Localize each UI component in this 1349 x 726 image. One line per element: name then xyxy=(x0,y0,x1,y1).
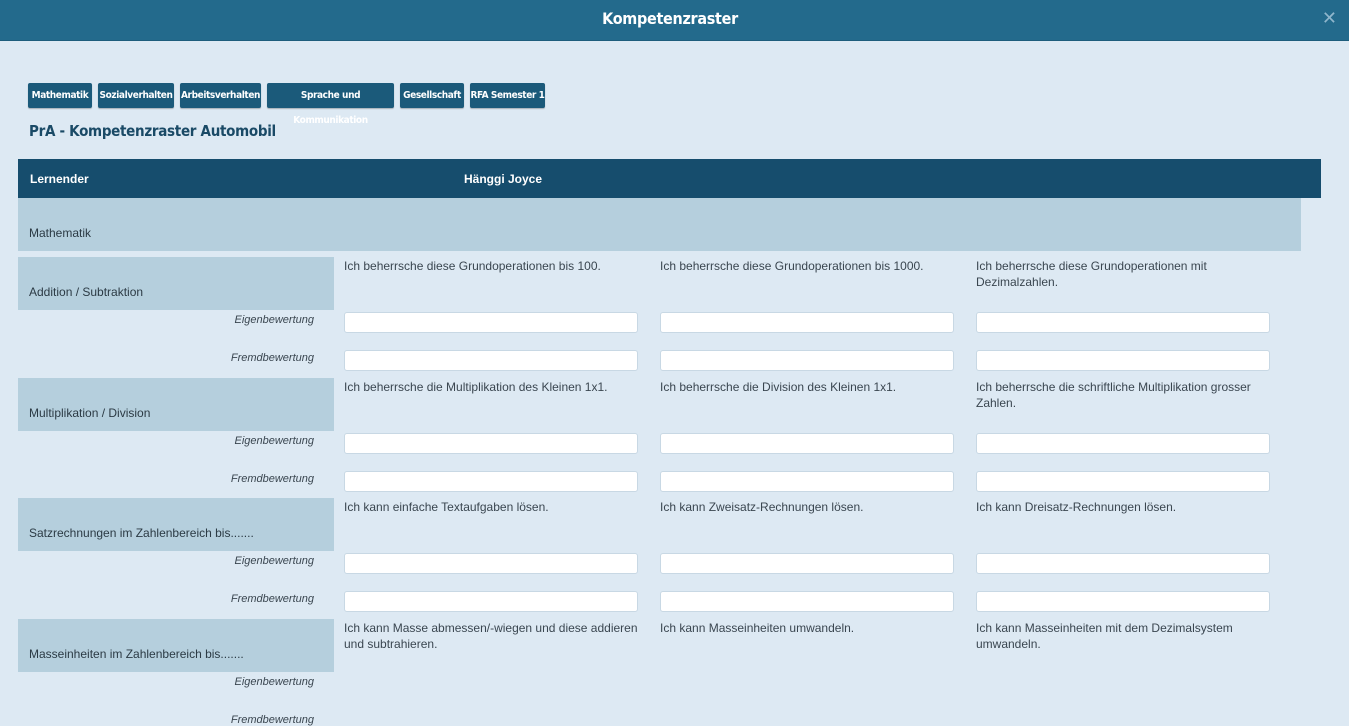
external-assessment-label: Fremdbewertung xyxy=(230,472,314,485)
table-header: Lernender Hänggi Joyce xyxy=(18,159,1321,198)
criterion-text: Ich kann Dreisatz-Rechnungen lösen. xyxy=(976,500,1177,514)
self-assessment-input[interactable] xyxy=(344,432,638,454)
self-assessment-input[interactable] xyxy=(660,553,954,574)
category-cell: Satzrechnungen im Zahlenbereich bis.....… xyxy=(18,498,334,551)
self-assessment-input[interactable] xyxy=(976,432,1270,454)
external-assessment-input[interactable] xyxy=(660,591,954,612)
section-header: Mathematik xyxy=(18,198,1301,251)
criterion-text: Ich kann einfache Textaufgaben lösen. xyxy=(344,500,549,514)
criterion-text: Ich beherrsche diese Grundoperationen bi… xyxy=(660,259,924,273)
tab-sprache-und-kommunikation[interactable]: Sprache und Kommunikation xyxy=(267,83,394,126)
self-assessment-label: Eigenbewertung xyxy=(234,555,314,567)
tab-mathematik[interactable]: Mathematik xyxy=(28,83,92,108)
learner-name: Hänggi Joyce xyxy=(464,172,543,186)
self-assessment-input[interactable] xyxy=(660,432,954,454)
category-cell: Multiplikation / Division xyxy=(18,377,334,431)
criterion-text: Ich beherrsche die schriftliche Multipli… xyxy=(976,379,1251,410)
self-assessment-label: Eigenbewertung xyxy=(234,434,314,447)
category-label: Satzrechnungen im Zahlenbereich bis.....… xyxy=(29,526,254,540)
category-label: Multiplikation / Division xyxy=(29,405,151,420)
page-title: PrA - Kompetenzraster Automobil xyxy=(29,122,276,140)
learner-label: Lernender xyxy=(30,172,89,186)
criterion-text: Ich kann Masseinheiten umwandeln. xyxy=(660,620,855,635)
dialog-title: Kompetenzraster xyxy=(602,9,738,28)
self-assessment-input[interactable] xyxy=(344,553,638,574)
external-assessment-input[interactable] xyxy=(344,350,638,371)
criterion-text: Ich beherrsche die Division des Kleinen … xyxy=(660,379,897,394)
dialog-titlebar: Kompetenzraster ✕ xyxy=(0,0,1349,41)
external-assessment-input[interactable] xyxy=(660,470,954,492)
external-assessment-input[interactable] xyxy=(344,591,638,612)
criterion-text: Ich kann Masse abmessen/-wiegen und dies… xyxy=(344,620,638,651)
criterion-text: Ich beherrsche diese Grundoperationen mi… xyxy=(976,259,1207,289)
tab-rfa-semester-1[interactable]: RFA Semester 1 xyxy=(470,83,545,108)
close-icon[interactable]: ✕ xyxy=(1322,8,1337,28)
external-assessment-label: Fremdbewertung xyxy=(230,352,314,364)
tab-sozialverhalten[interactable]: Sozialverhalten xyxy=(98,83,174,108)
self-assessment-input[interactable] xyxy=(344,312,638,333)
tab-gesellschaft[interactable]: Gesellschaft xyxy=(400,83,464,108)
criterion-text: Ich beherrsche diese Grundoperationen bi… xyxy=(344,259,601,273)
category-cell: Masseinheiten im Zahlenbereich bis......… xyxy=(18,618,334,672)
external-assessment-input[interactable] xyxy=(976,591,1270,612)
section-label: Mathematik xyxy=(29,226,92,240)
external-assessment-input[interactable] xyxy=(976,470,1270,492)
self-assessment-label: Eigenbewertung xyxy=(234,314,314,326)
external-assessment-label: Fremdbewertung xyxy=(230,713,314,726)
criterion-text: Ich beherrsche die Multiplikation des Kl… xyxy=(344,379,608,394)
category-cell: Addition / Subtraktion xyxy=(18,257,334,310)
self-assessment-input[interactable] xyxy=(976,312,1270,333)
self-assessment-input[interactable] xyxy=(976,553,1270,574)
self-assessment-input[interactable] xyxy=(660,312,954,333)
criterion-text: Ich kann Zweisatz-Rechnungen lösen. xyxy=(660,500,864,514)
category-label: Masseinheiten im Zahlenbereich bis......… xyxy=(29,646,244,661)
self-assessment-label: Eigenbewertung xyxy=(234,675,314,688)
external-assessment-label: Fremdbewertung xyxy=(230,593,314,605)
tab-arbeitsverhalten[interactable]: Arbeitsverhalten xyxy=(180,83,261,108)
external-assessment-input[interactable] xyxy=(344,470,638,492)
criterion-text: Ich kann Masseinheiten mit dem Dezimalsy… xyxy=(976,620,1233,651)
external-assessment-input[interactable] xyxy=(976,350,1270,371)
external-assessment-input[interactable] xyxy=(660,350,954,371)
category-label: Addition / Subtraktion xyxy=(29,285,144,299)
